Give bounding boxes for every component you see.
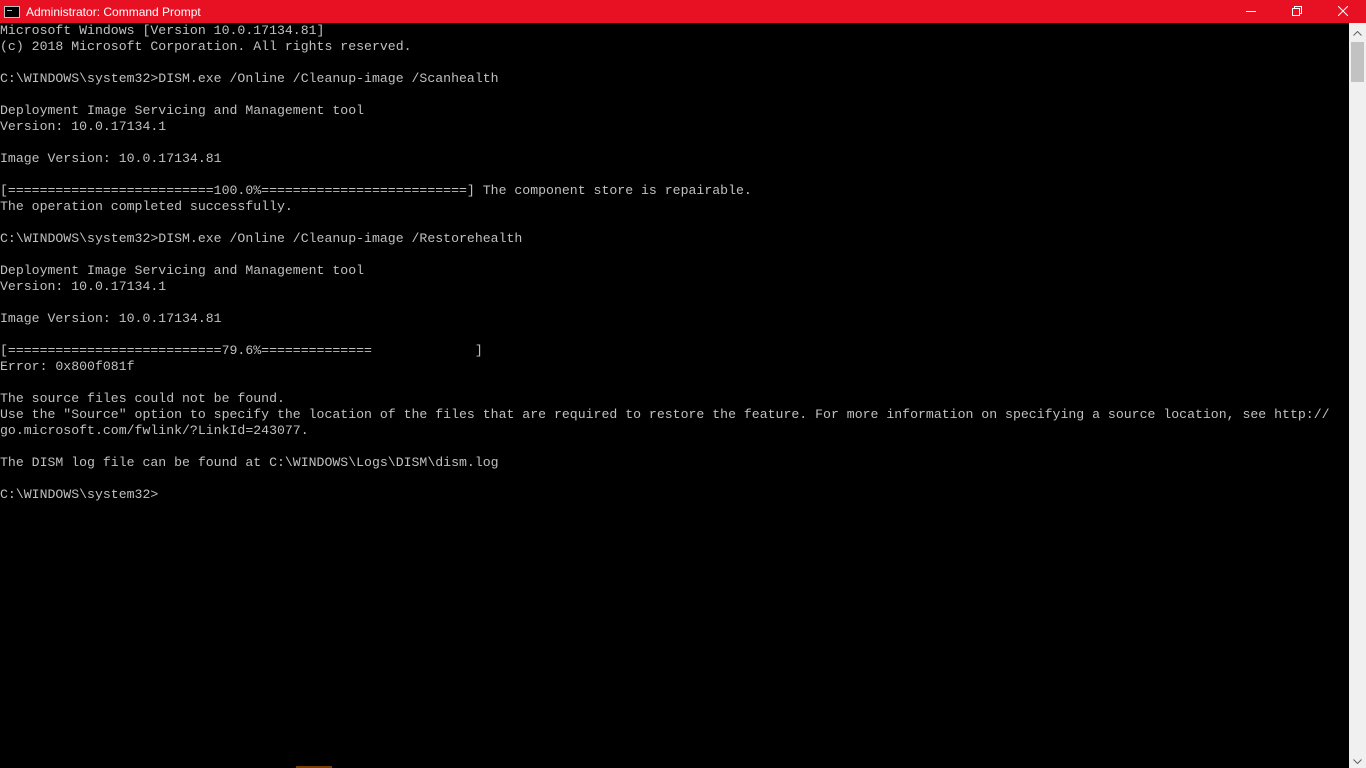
console-line: go.microsoft.com/fwlink/?LinkId=243077.	[0, 423, 309, 438]
console-line: (c) 2018 Microsoft Corporation. All righ…	[0, 39, 412, 54]
window-controls	[1228, 0, 1366, 23]
title-bar[interactable]: Administrator: Command Prompt	[0, 0, 1366, 23]
console-line: Deployment Image Servicing and Managemen…	[0, 263, 365, 278]
console-line: Version: 10.0.17134.1	[0, 279, 167, 294]
console-line: [==========================100.0%=======…	[0, 183, 752, 198]
console-line: Error: 0x800f081f	[0, 359, 135, 374]
console-line: [===========================79.6%=======…	[0, 343, 483, 358]
console-line: Image Version: 10.0.17134.81	[0, 151, 222, 166]
console-line: C:\WINDOWS\system32>	[0, 487, 159, 502]
console-line: Use the "Source" option to specify the l…	[0, 407, 1330, 422]
console-line: C:\WINDOWS\system32>DISM.exe /Online /Cl…	[0, 71, 499, 86]
scroll-up-arrow-icon	[1353, 23, 1362, 41]
console-output[interactable]: Microsoft Windows [Version 10.0.17134.81…	[0, 23, 1349, 768]
scroll-down-button[interactable]	[1349, 751, 1366, 768]
restore-button[interactable]	[1274, 0, 1320, 23]
minimize-button[interactable]	[1228, 0, 1274, 23]
console-line: Microsoft Windows [Version 10.0.17134.81…	[0, 23, 325, 38]
console-line: The operation completed successfully.	[0, 199, 293, 214]
console-line: Deployment Image Servicing and Managemen…	[0, 103, 365, 118]
window-title: Administrator: Command Prompt	[26, 4, 201, 19]
command-prompt-icon[interactable]	[4, 5, 20, 18]
console-line: The DISM log file can be found at C:\WIN…	[0, 455, 499, 470]
close-icon	[1337, 5, 1349, 19]
close-button[interactable]	[1320, 0, 1366, 23]
console-line: C:\WINDOWS\system32>DISM.exe /Online /Cl…	[0, 231, 523, 246]
scroll-thumb[interactable]	[1351, 42, 1364, 82]
command-prompt-window: Administrator: Command Prompt Microsoft …	[0, 0, 1366, 768]
console-line: The source files could not be found.	[0, 391, 285, 406]
vertical-scrollbar[interactable]	[1349, 23, 1366, 768]
scroll-up-button[interactable]	[1349, 23, 1366, 40]
scroll-down-arrow-icon	[1353, 751, 1362, 768]
minimize-icon	[1246, 5, 1256, 19]
console-line: Version: 10.0.17134.1	[0, 119, 167, 134]
console-line: Image Version: 10.0.17134.81	[0, 311, 222, 326]
restore-icon	[1292, 5, 1302, 19]
